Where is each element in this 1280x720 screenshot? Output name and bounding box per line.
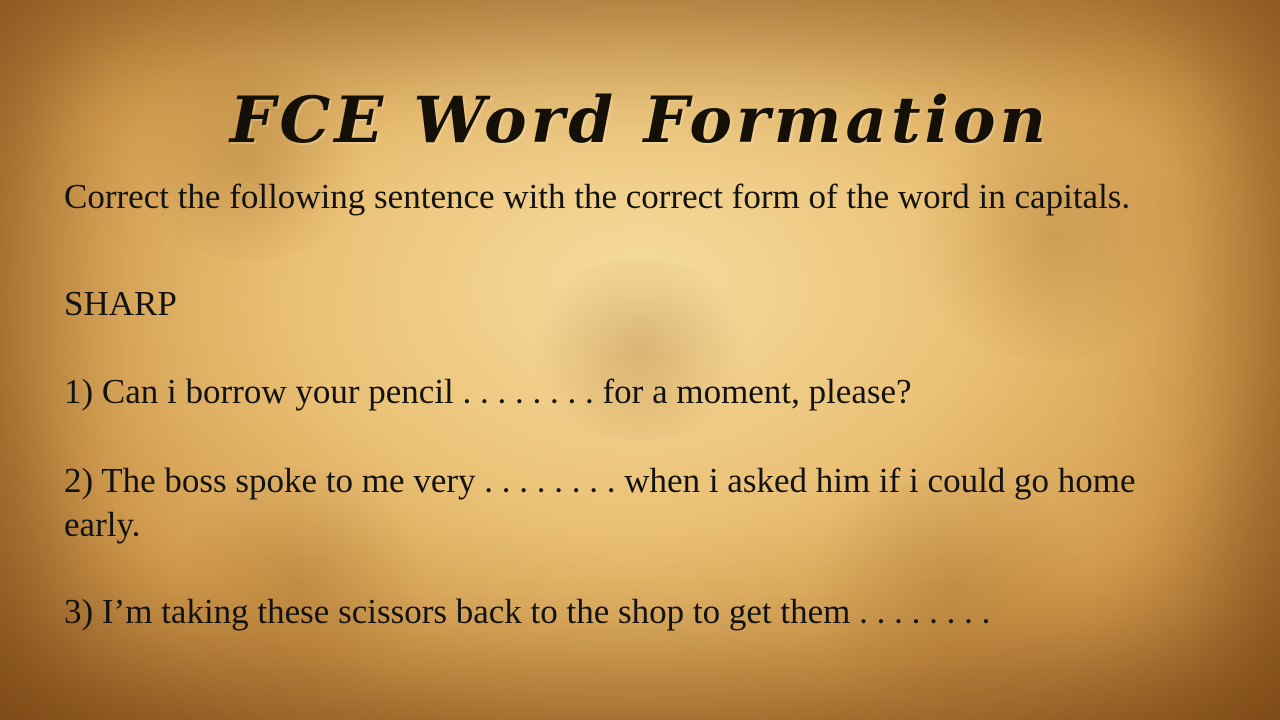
slide-title: FCE Word Formation (229, 82, 1051, 158)
question-3: 3) I’m taking these scissors back to the… (64, 592, 991, 631)
instruction-text: Correct the following sentence with the … (64, 177, 1131, 216)
question-2: 2) The boss spoke to me very . . . . . .… (64, 461, 1136, 544)
keyword-text: SHARP (64, 284, 177, 323)
question-1: 1) Can i borrow your pencil . . . . . . … (64, 372, 912, 411)
